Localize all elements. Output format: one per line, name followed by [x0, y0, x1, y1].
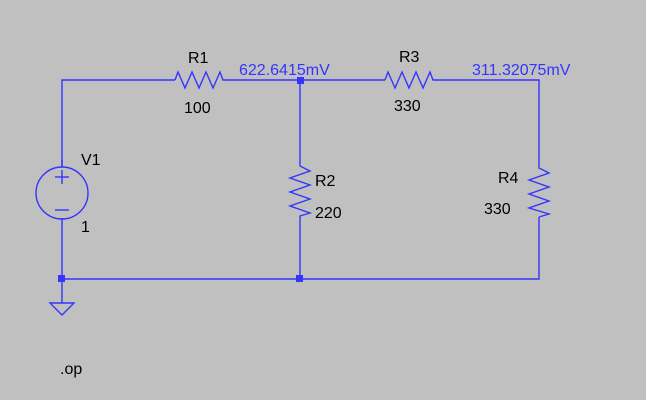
wire-r3-r4	[436, 79, 540, 165]
resistor-r2-zigzag	[287, 163, 313, 219]
resistor-r4-zigzag	[526, 165, 552, 218]
resistor-r4[interactable]	[526, 165, 552, 218]
r1-value-label: 100	[184, 100, 211, 117]
r4-name-label: R4	[498, 170, 519, 187]
junction-gnd-r2[interactable]	[296, 275, 303, 282]
resistor-r3-zigzag	[384, 70, 436, 90]
r2-name-label: R2	[315, 173, 336, 190]
v1-value-label: 1	[81, 219, 90, 236]
sim-directive[interactable]: .op	[60, 361, 82, 378]
r3-value-label: 330	[394, 98, 421, 115]
resistor-r2[interactable]	[287, 163, 313, 219]
r2-value-label: 220	[315, 205, 342, 222]
ground-icon[interactable]	[48, 302, 76, 316]
resistor-r3[interactable]	[384, 70, 436, 90]
r4-value-label: 330	[484, 201, 511, 218]
wires	[61, 79, 540, 303]
schematic-canvas[interactable]: R1 100 R3 330 R2 220 R4 330 V1 1 622.641…	[0, 0, 646, 400]
resistor-r1[interactable]	[174, 70, 226, 90]
v1-name-label: V1	[81, 152, 101, 169]
node-voltage-n1: 622.6415mV	[239, 62, 330, 79]
junction-gnd-v1[interactable]	[58, 275, 65, 282]
wire-left-top	[61, 79, 175, 167]
r3-name-label: R3	[399, 49, 420, 66]
r1-name-label: R1	[188, 50, 209, 67]
node-voltage-n2: 311.32075mV	[472, 62, 571, 79]
resistor-r1-zigzag	[174, 70, 226, 90]
